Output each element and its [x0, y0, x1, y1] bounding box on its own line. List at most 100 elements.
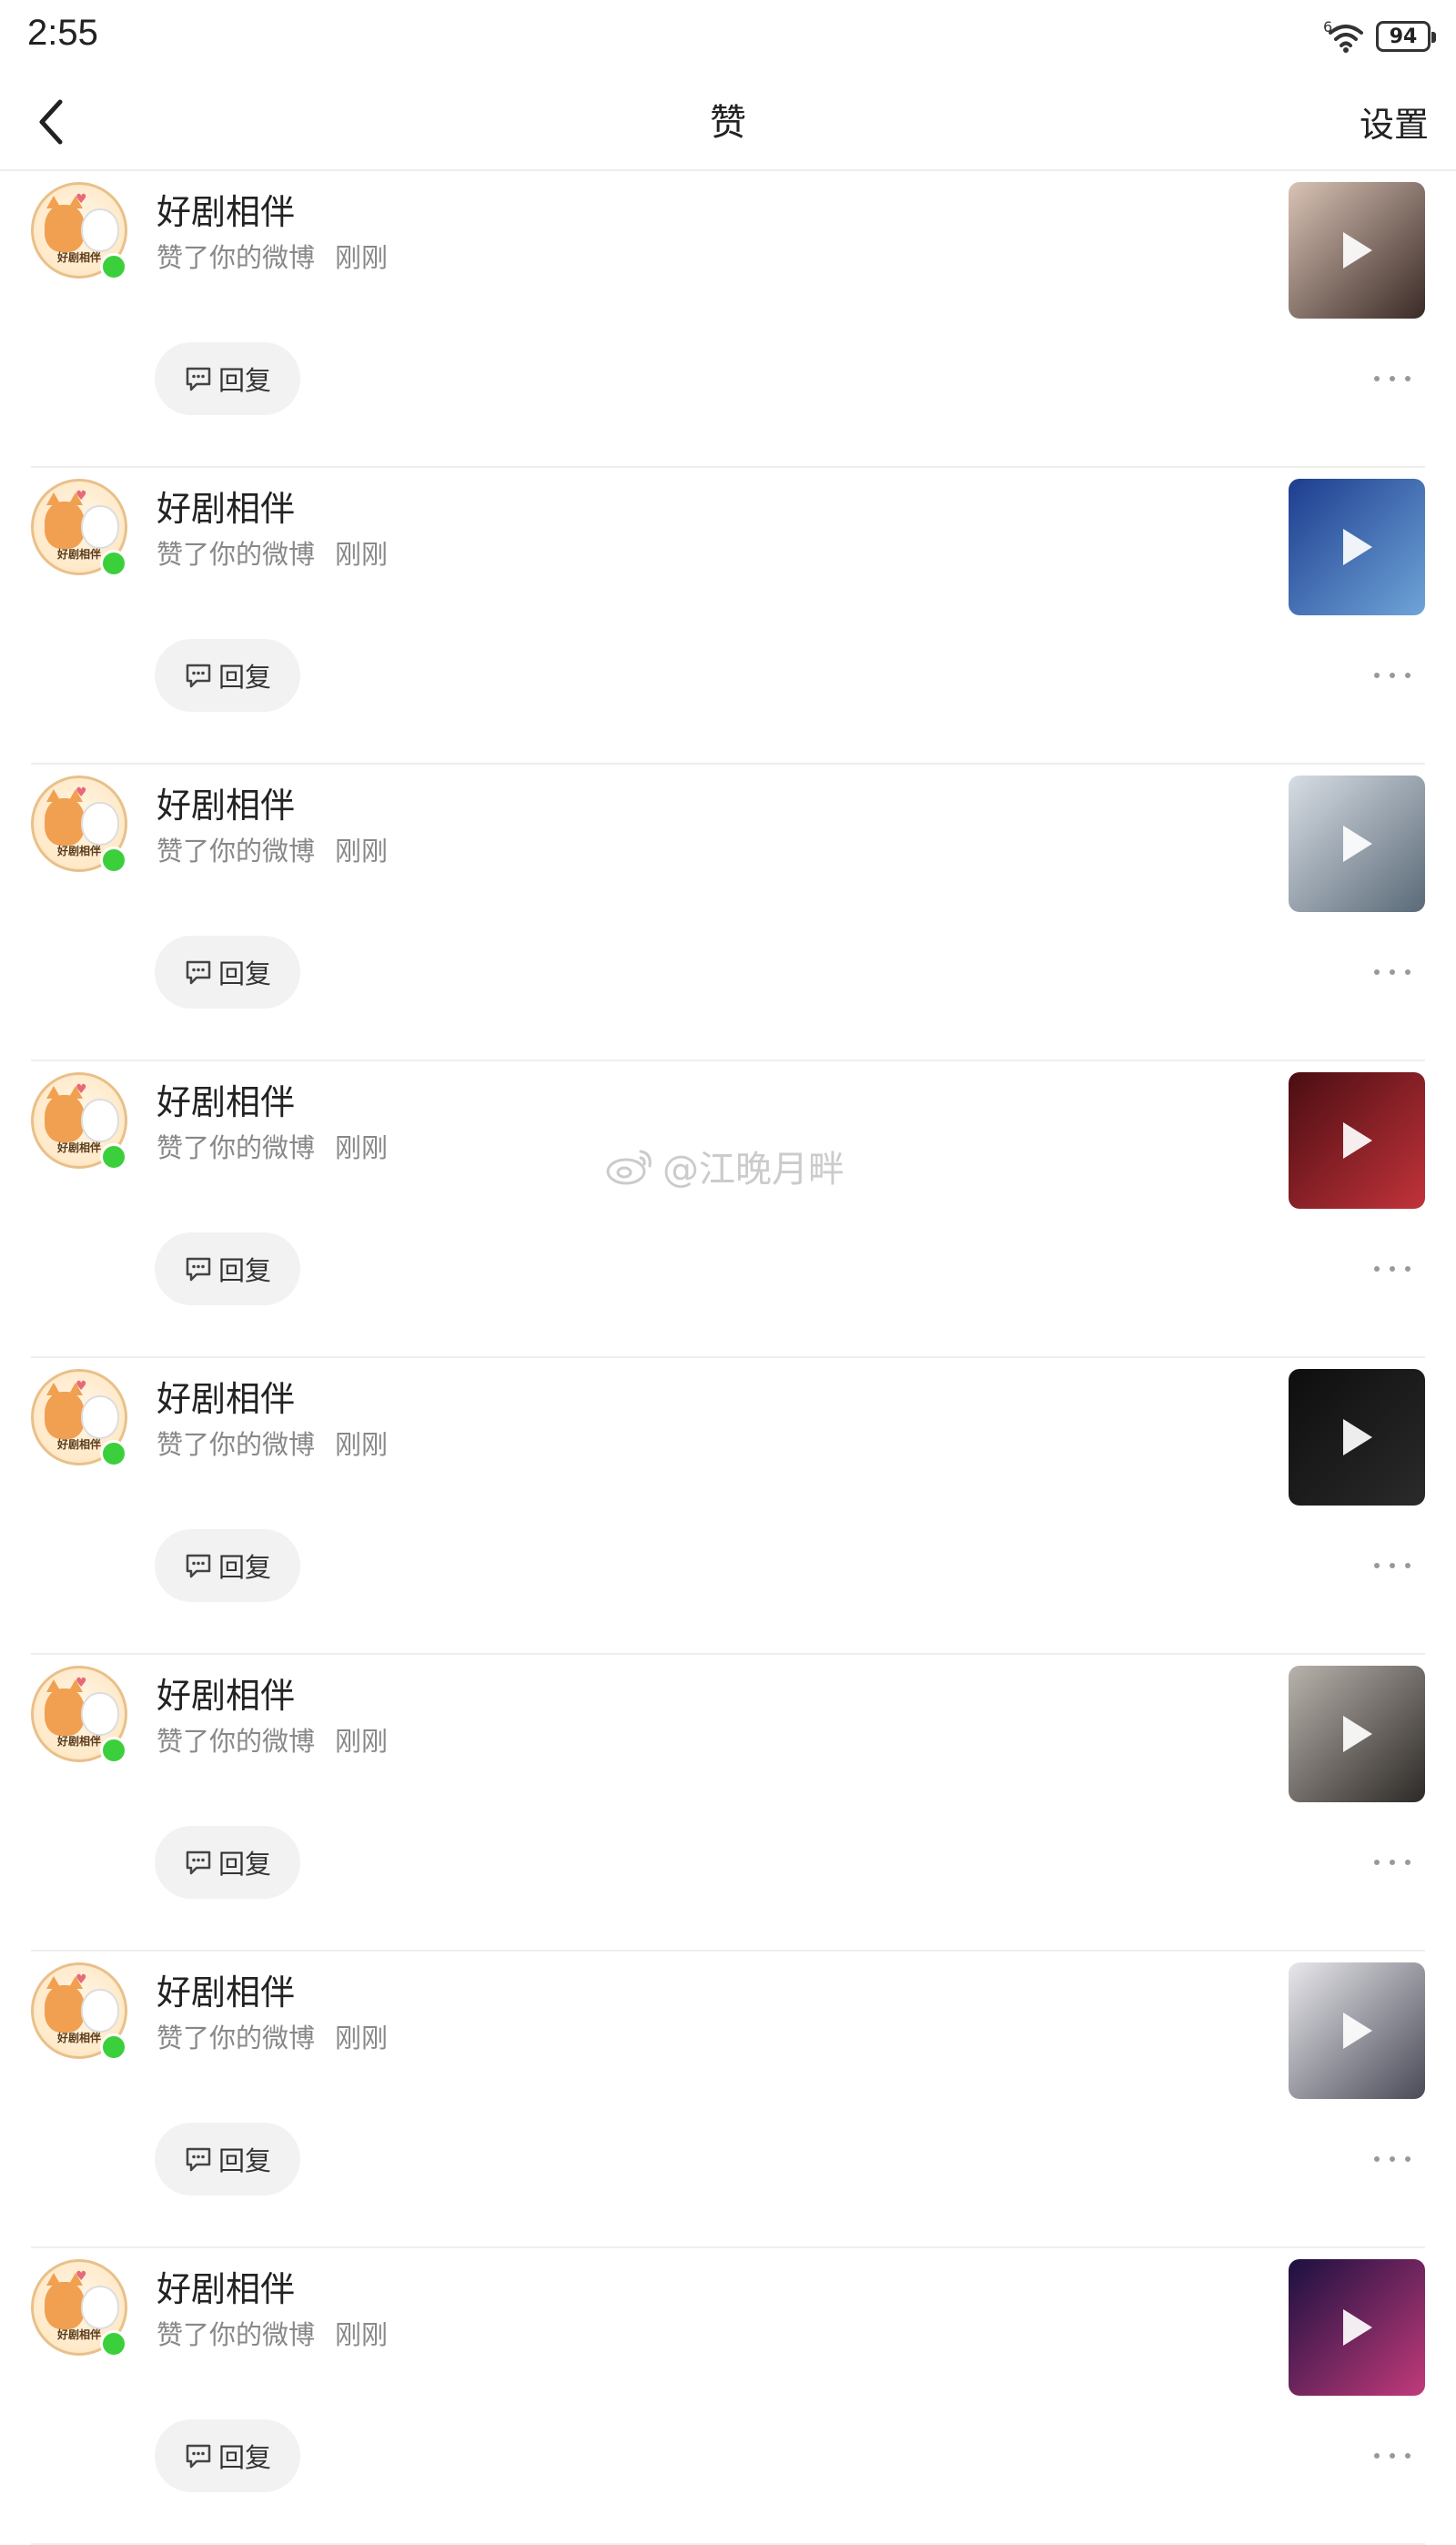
reply-button[interactable]: 回复: [155, 2419, 300, 2492]
comment-icon: [186, 367, 211, 391]
user-name[interactable]: 好剧相伴: [157, 481, 295, 531]
timestamp: 刚刚: [335, 539, 389, 570]
reply-label: 回复: [217, 1849, 271, 1880]
avatar[interactable]: ♥ 好剧相伴: [31, 1072, 133, 1174]
reply-button[interactable]: 回复: [155, 1529, 300, 1602]
like-item[interactable]: ♥ 好剧相伴 好剧相伴 赞了你的微博刚刚 回复: [0, 1655, 1456, 1952]
avatar[interactable]: ♥ 好剧相伴: [31, 182, 133, 284]
play-icon: [1343, 2309, 1372, 2346]
dog-illustration: [81, 208, 119, 252]
reply-label: 回复: [217, 1552, 271, 1583]
more-options-icon[interactable]: [1374, 1258, 1410, 1280]
video-thumbnail[interactable]: [1289, 776, 1425, 912]
more-options-icon[interactable]: [1374, 368, 1410, 390]
reply-label: 回复: [217, 365, 271, 396]
user-name[interactable]: 好剧相伴: [157, 777, 295, 827]
like-item[interactable]: ♥ 好剧相伴 好剧相伴 赞了你的微博刚刚 回复: [0, 171, 1456, 468]
video-thumbnail[interactable]: [1289, 1369, 1425, 1506]
avatar[interactable]: ♥ 好剧相伴: [31, 776, 133, 877]
more-options-icon[interactable]: [1374, 2148, 1410, 2170]
video-thumbnail[interactable]: [1289, 1072, 1425, 1209]
video-thumbnail[interactable]: [1289, 1666, 1425, 1802]
action-text: 赞了你的微博: [157, 2319, 316, 2350]
timestamp: 刚刚: [335, 242, 389, 273]
network-label: 6: [1323, 18, 1333, 35]
more-options-icon[interactable]: [1374, 2445, 1410, 2467]
user-name[interactable]: 好剧相伴: [157, 1371, 295, 1421]
comment-icon: [186, 2147, 211, 2172]
battery-icon: 94: [1376, 21, 1436, 52]
dog-illustration: [81, 2286, 119, 2329]
play-icon: [1343, 1716, 1372, 1752]
avatar[interactable]: ♥ 好剧相伴: [31, 1369, 133, 1471]
like-description: 赞了你的微博 刚刚: [157, 830, 388, 868]
online-status-dot: [100, 2033, 127, 2061]
action-text: 赞了你的微博: [157, 836, 316, 867]
online-status-dot: [100, 847, 127, 874]
reply-button[interactable]: 回复: [155, 1232, 300, 1305]
status-time: 2:55: [27, 13, 98, 53]
reply-label: 回复: [217, 2442, 271, 2473]
dog-illustration: [81, 1395, 119, 1439]
user-name[interactable]: 好剧相伴: [157, 1074, 295, 1124]
settings-button[interactable]: 设置: [1360, 96, 1429, 147]
online-status-dot: [100, 253, 127, 280]
like-item[interactable]: ♥ 好剧相伴 好剧相伴 赞了你的微博刚刚 回复: [0, 1952, 1456, 2248]
like-description: 赞了你的微博 刚刚: [157, 533, 388, 572]
reply-button[interactable]: 回复: [155, 342, 300, 415]
more-options-icon[interactable]: [1374, 1555, 1410, 1577]
action-text: 赞了你的微博: [157, 1726, 316, 1757]
status-icons: 6 94: [1323, 16, 1436, 56]
user-name[interactable]: 好剧相伴: [157, 184, 295, 234]
user-name[interactable]: 好剧相伴: [157, 1668, 295, 1718]
more-options-icon[interactable]: [1374, 1851, 1410, 1873]
cat-illustration: [45, 1679, 85, 1736]
like-item[interactable]: ♥ 好剧相伴 好剧相伴 赞了你的微博刚刚 回复: [0, 765, 1456, 1061]
cat-illustration: [45, 1086, 85, 1142]
comment-icon: [186, 664, 211, 688]
user-name[interactable]: 好剧相伴: [157, 1964, 295, 2014]
cat-illustration: [45, 1976, 85, 2033]
online-status-dot: [100, 2330, 127, 2357]
like-description: 赞了你的微博 刚刚: [157, 2314, 388, 2352]
play-icon: [1343, 1122, 1372, 1159]
more-options-icon[interactable]: [1374, 664, 1410, 686]
reply-label: 回复: [217, 958, 271, 989]
page-title: 赞: [710, 102, 746, 144]
reply-button[interactable]: 回复: [155, 639, 300, 712]
online-status-dot: [100, 1737, 127, 1764]
like-item[interactable]: ♥ 好剧相伴 好剧相伴 赞了你的微博刚刚 回复: [0, 2248, 1456, 2545]
video-thumbnail[interactable]: [1289, 182, 1425, 319]
like-item[interactable]: ♥ 好剧相伴 好剧相伴 赞了你的微博刚刚 回复: [0, 1061, 1456, 1358]
cat-illustration: [45, 2273, 85, 2329]
like-item[interactable]: ♥ 好剧相伴 好剧相伴 赞了你的微博刚刚 回复: [0, 1358, 1456, 1655]
cat-illustration: [45, 1383, 85, 1439]
video-thumbnail[interactable]: [1289, 2259, 1425, 2396]
user-name[interactable]: 好剧相伴: [157, 2261, 295, 2311]
battery-level: 94: [1389, 25, 1418, 48]
like-description: 赞了你的微博 刚刚: [157, 237, 388, 275]
reply-button[interactable]: 回复: [155, 2123, 300, 2195]
online-status-dot: [100, 1143, 127, 1171]
dog-illustration: [81, 1989, 119, 2033]
play-icon: [1343, 232, 1372, 269]
reply-button[interactable]: 回复: [155, 1826, 300, 1899]
wifi-icon: 6: [1323, 18, 1367, 55]
cat-illustration: [45, 196, 85, 252]
dog-illustration: [81, 802, 119, 846]
play-icon: [1343, 1419, 1372, 1455]
more-options-icon[interactable]: [1374, 961, 1410, 983]
avatar[interactable]: ♥ 好剧相伴: [31, 1666, 133, 1768]
avatar[interactable]: ♥ 好剧相伴: [31, 1962, 133, 2064]
video-thumbnail[interactable]: [1289, 1962, 1425, 2099]
like-item[interactable]: ♥ 好剧相伴 好剧相伴 赞了你的微博刚刚 回复: [0, 468, 1456, 765]
avatar[interactable]: ♥ 好剧相伴: [31, 479, 133, 581]
comment-icon: [186, 1554, 211, 1578]
action-text: 赞了你的微博: [157, 2023, 316, 2053]
reply-button[interactable]: 回复: [155, 936, 300, 1009]
reply-label: 回复: [217, 2145, 271, 2176]
video-thumbnail[interactable]: [1289, 479, 1425, 615]
timestamp: 刚刚: [335, 2319, 389, 2350]
avatar[interactable]: ♥ 好剧相伴: [31, 2259, 133, 2361]
action-text: 赞了你的微博: [157, 539, 316, 570]
